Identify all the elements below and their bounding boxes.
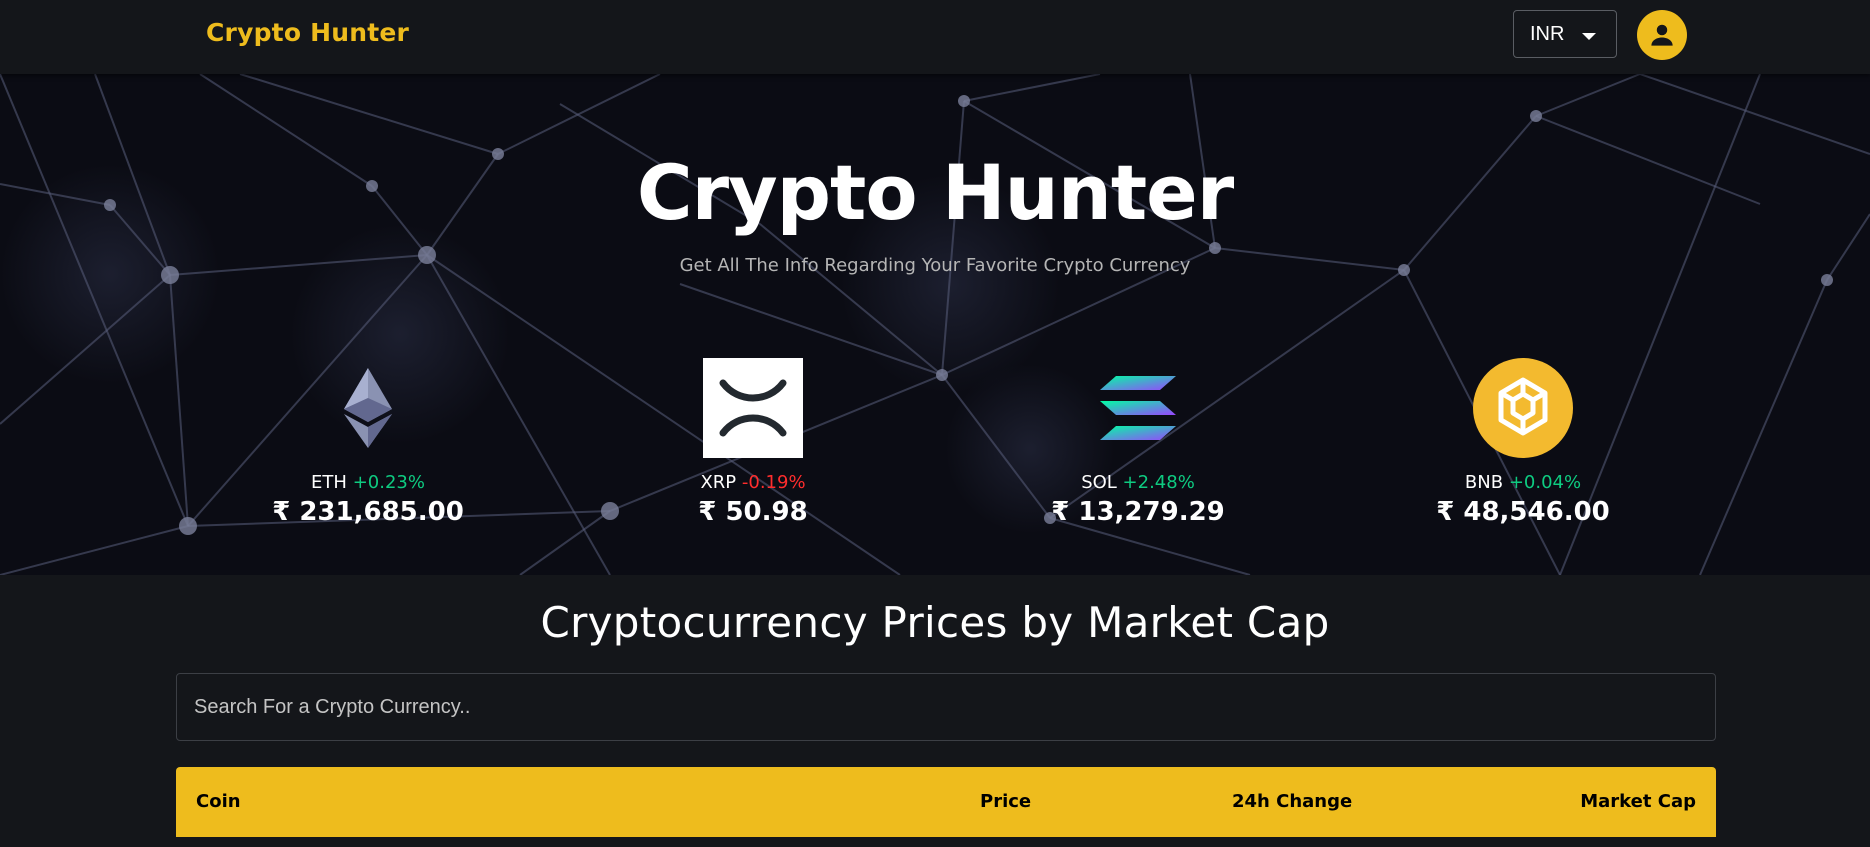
carousel-item-eth[interactable]: ETH +0.23% ₹ 231,685.00 — [238, 358, 498, 527]
caret-down-icon — [1582, 33, 1596, 40]
column-header-coin[interactable]: Coin — [196, 791, 241, 812]
hero-title: Crypto Hunter — [636, 148, 1234, 237]
column-header-market-cap[interactable]: Market Cap — [1580, 791, 1696, 812]
coin-price: ₹ 48,546.00 — [1436, 497, 1610, 527]
currency-value: INR — [1530, 23, 1565, 45]
carousel-item-sol[interactable]: SOL +2.48% ₹ 13,279.29 — [1008, 358, 1268, 527]
coin-symbol: XRP — [700, 472, 737, 493]
coin-symbol: BNB — [1464, 472, 1504, 493]
carousel-item-bnb[interactable]: BNB +0.04% ₹ 48,546.00 — [1393, 358, 1653, 527]
coin-symbol: ETH — [311, 472, 347, 493]
hero-banner: Crypto Hunter Get All The Info Regarding… — [0, 74, 1870, 575]
solana-icon — [1100, 376, 1176, 440]
currency-select[interactable]: INR — [1513, 10, 1617, 58]
column-header-price[interactable]: Price — [980, 791, 1031, 812]
coin-change: +0.04% — [1508, 472, 1582, 493]
hero-subtitle: Get All The Info Regarding Your Favorite… — [679, 255, 1191, 276]
coin-change: +0.23% — [352, 472, 425, 493]
coin-change: -0.19% — [741, 472, 806, 493]
ethereum-icon — [344, 368, 392, 448]
bnb-icon — [1473, 358, 1573, 458]
coin-price: ₹ 231,685.00 — [272, 497, 464, 527]
xrp-icon — [703, 358, 803, 458]
coin-symbol: SOL — [1081, 472, 1117, 493]
search-input[interactable] — [176, 673, 1716, 741]
coin-price: ₹ 50.98 — [698, 497, 808, 527]
table-header: Coin Price 24h Change Market Cap — [176, 767, 1716, 837]
coin-change: +2.48% — [1122, 472, 1195, 493]
section-title: Cryptocurrency Prices by Market Cap — [540, 598, 1330, 647]
app-header: Crypto Hunter INR — [0, 0, 1870, 74]
coin-price: ₹ 13,279.29 — [1051, 497, 1225, 527]
account-icon — [1651, 24, 1673, 46]
brand-title[interactable]: Crypto Hunter — [206, 18, 409, 47]
carousel-item-xrp[interactable]: XRP -0.19% ₹ 50.98 — [623, 358, 883, 527]
column-header-24h-change[interactable]: 24h Change — [1232, 791, 1352, 812]
user-avatar-button[interactable] — [1637, 10, 1687, 60]
